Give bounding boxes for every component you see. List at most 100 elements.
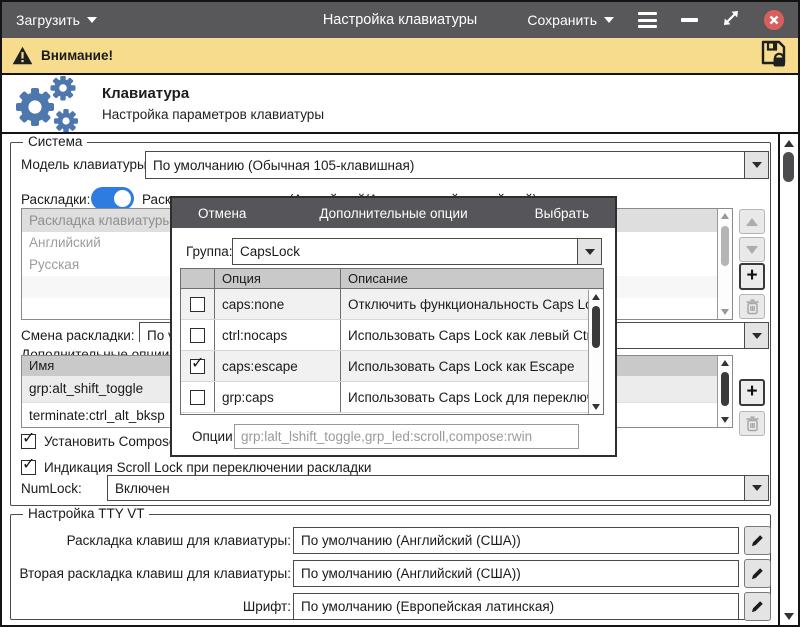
chevron-down-icon [604, 17, 614, 23]
trash-icon [745, 416, 760, 432]
pencil-icon [750, 533, 765, 548]
expand-icon [722, 9, 740, 27]
table-row[interactable]: caps:none Отключить функциональность Cap… [181, 289, 603, 320]
option-cell: ctrl:nocaps [215, 320, 341, 350]
main-scrollbar[interactable] [778, 134, 798, 626]
toggle-knob [112, 188, 133, 209]
scroll-up-icon[interactable] [784, 140, 794, 147]
checkbox-icon[interactable] [190, 390, 205, 405]
dialog-header: Дополнительные опции Отмена Выбрать [172, 198, 615, 228]
description-cell: Использовать Caps Lock как левый Ctrl [341, 320, 603, 350]
close-button[interactable] [764, 10, 784, 30]
group-select[interactable]: CapsLock [232, 238, 602, 265]
table-row[interactable]: grp:caps Использовать Caps Lock для пере… [181, 382, 603, 413]
move-layout-up-button[interactable] [739, 209, 765, 234]
save-menu-button[interactable]: Сохранить [527, 12, 614, 28]
checkbox-checked-icon[interactable]: ✓ [190, 359, 205, 374]
plus-icon: + [746, 266, 757, 285]
description-column-header: Описание [341, 269, 603, 288]
warning-bar: Внимание! [2, 38, 798, 75]
dialog-cancel-button[interactable]: Отмена [198, 206, 246, 221]
checkbox-checked-icon[interactable]: ✓ [21, 434, 36, 449]
checkbox-checked-icon[interactable]: ✓ [21, 460, 36, 475]
scroll-up-icon[interactable] [721, 360, 729, 366]
scrollbar-thumb[interactable] [721, 226, 729, 266]
system-group-legend: Система [23, 134, 87, 149]
dialog-select-button[interactable]: Выбрать [535, 206, 589, 221]
scrollbar-thumb[interactable] [592, 306, 600, 348]
layouts-toggle[interactable] [91, 187, 134, 210]
tty-layout-edit-button[interactable] [744, 526, 771, 555]
keyboard-model-value: По умолчанию (Обычная 105-клавишная) [146, 158, 744, 173]
pencil-icon [750, 566, 765, 581]
option-cell: caps:escape [215, 351, 341, 381]
tty-font-edit-button[interactable] [744, 592, 771, 621]
add-option-button[interactable]: + [739, 379, 765, 406]
options-table-scrollbar[interactable] [717, 356, 732, 427]
scroll-down-icon[interactable] [721, 417, 729, 423]
dropdown-arrow-icon [744, 476, 768, 500]
scrollbar-thumb[interactable] [783, 152, 794, 182]
layouts-label: Раскладки: [21, 192, 90, 207]
tty-layout2-field[interactable]: По умолчанию (Английский (США)) [293, 560, 739, 587]
additional-options-dialog: Дополнительные опции Отмена Выбрать Груп… [170, 196, 617, 457]
scroll-up-icon[interactable] [721, 213, 729, 219]
titlebar: Настройка клавиатуры Загрузить Сохранить [2, 2, 798, 38]
numlock-value: Включен [108, 481, 744, 496]
dropdown-arrow-icon [744, 152, 768, 178]
dropdown-arrow-icon [577, 239, 601, 264]
layout-switch-label: Смена раскладки: [21, 328, 135, 343]
tty-layout-label: Раскладка клавиш для клавиатуры: [15, 533, 291, 548]
compose-checkbox-row[interactable]: ✓ Установить Compose [21, 434, 176, 449]
scrolllock-checkbox-label: Индикация Scroll Lock при переключении р… [44, 460, 371, 475]
keyboard-model-label: Модель клавиатуры: [21, 157, 150, 172]
checkbox-icon[interactable] [190, 297, 205, 312]
dialog-table-scrollbar[interactable] [588, 290, 603, 414]
chevron-down-icon [87, 17, 97, 23]
maximize-button[interactable] [722, 9, 740, 32]
page-title: Клавиатура [102, 85, 324, 102]
numlock-select[interactable]: Включен [107, 475, 769, 501]
tty-group: Настройка TTY VT Раскладка клавиш для кл… [10, 514, 771, 620]
pencil-icon [750, 599, 765, 614]
minimize-button[interactable] [681, 18, 698, 22]
warning-icon [12, 46, 33, 65]
hamburger-menu-icon[interactable] [638, 12, 657, 28]
options-input[interactable] [234, 424, 579, 449]
scroll-down-icon[interactable] [721, 309, 729, 315]
trash-icon [745, 299, 760, 315]
delete-layout-button[interactable] [739, 294, 765, 319]
table-row[interactable]: ✓ caps:escape Использовать Caps Lock как… [181, 351, 603, 382]
page-header: Клавиатура Настройка параметров клавиату… [2, 75, 798, 134]
scroll-up-icon[interactable] [592, 294, 600, 300]
arrow-up-icon [746, 218, 758, 226]
move-layout-down-button[interactable] [739, 237, 765, 262]
app-window: Настройка клавиатуры Загрузить Сохранить [0, 0, 800, 627]
add-layout-button[interactable]: + [739, 263, 765, 290]
tty-font-field[interactable]: По умолчанию (Европейская латинская) [293, 593, 739, 620]
save-menu-label: Сохранить [527, 12, 597, 28]
checkbox-icon[interactable] [190, 328, 205, 343]
option-cell: caps:none [215, 289, 341, 319]
scroll-down-icon[interactable] [784, 613, 794, 620]
description-cell: Использовать Caps Lock как Escape [341, 351, 603, 381]
keyboard-model-select[interactable]: По умолчанию (Обычная 105-клавишная) [145, 151, 769, 179]
scrolllock-checkbox-row[interactable]: ✓ Индикация Scroll Lock при переключении… [21, 460, 371, 475]
group-value: CapsLock [233, 244, 577, 259]
layouts-list-scrollbar[interactable] [717, 209, 732, 319]
save-file-button[interactable] [761, 39, 788, 72]
delete-option-button[interactable] [739, 411, 765, 436]
scroll-down-icon[interactable] [592, 404, 600, 410]
warning-text: Внимание! [41, 48, 113, 63]
table-row[interactable]: ctrl:nocaps Использовать Caps Lock как л… [181, 320, 603, 351]
load-menu-button[interactable]: Загрузить [16, 12, 97, 28]
options-input-label: Опции: [192, 429, 236, 444]
tty-layout2-edit-button[interactable] [744, 559, 771, 588]
arrow-down-icon [746, 246, 758, 254]
scrollbar-thumb[interactable] [721, 372, 729, 406]
close-icon [769, 15, 779, 25]
tty-group-legend: Настройка TTY VT [23, 506, 149, 521]
option-column-header: Опция [215, 269, 341, 288]
tty-font-label: Шрифт: [15, 599, 291, 614]
tty-layout-field[interactable]: По умолчанию (Английский (США)) [293, 527, 739, 554]
